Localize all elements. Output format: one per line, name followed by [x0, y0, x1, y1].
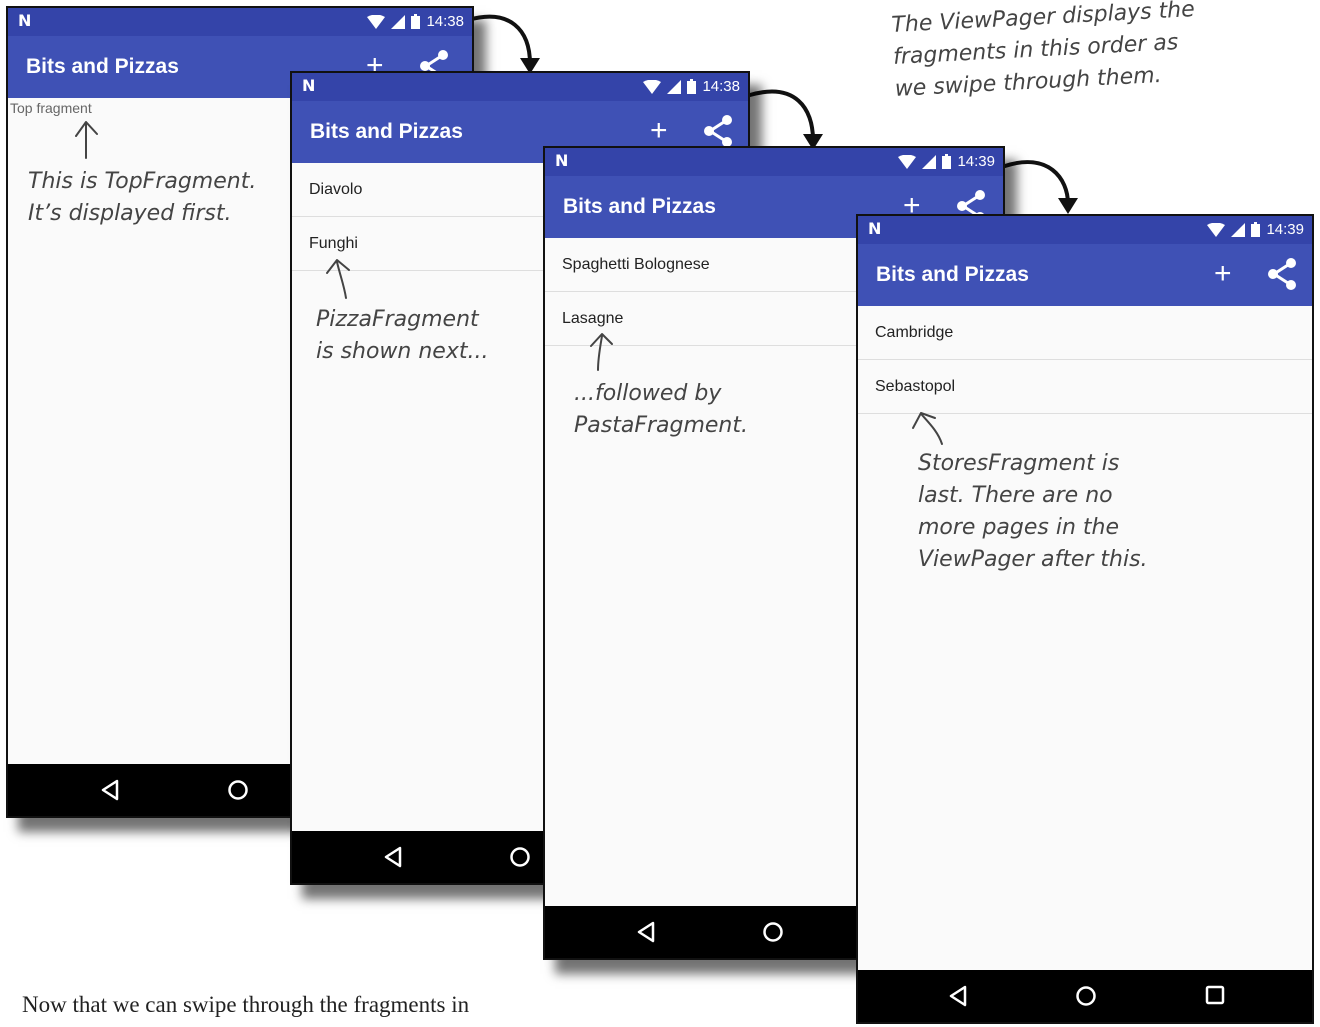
battery-icon [687, 79, 697, 94]
status-bar: N 14:38 [8, 8, 472, 36]
back-icon[interactable] [636, 921, 656, 943]
navigation-bar [858, 970, 1312, 1022]
android-n-icon: N [868, 219, 882, 238]
recents-icon[interactable] [1205, 985, 1225, 1005]
signal-icon [922, 154, 937, 169]
status-bar: N 14:38 [292, 73, 748, 101]
share-icon[interactable] [703, 115, 733, 147]
list-item-sebastopol[interactable]: Sebastopol [858, 360, 1312, 414]
signal-icon [391, 14, 406, 29]
fragment-content: Cambridge Sebastopol [858, 306, 1312, 970]
status-bar: N 14:39 [858, 216, 1312, 244]
annotation-pizza-fragment: PizzaFragment is shown next... [316, 307, 489, 364]
swipe-arrow-1 [466, 14, 532, 66]
top-fragment-text: Top fragment [10, 100, 92, 116]
swipe-arrowhead-3 [1058, 198, 1078, 214]
android-n-icon: N [18, 11, 32, 30]
annotation-top-fragment: This is TopFragment. It’s displayed firs… [28, 169, 257, 226]
back-icon[interactable] [948, 985, 968, 1007]
wifi-icon [643, 79, 662, 94]
battery-icon [1251, 222, 1261, 237]
plus-icon[interactable]: + [1214, 256, 1232, 292]
home-icon[interactable] [509, 846, 531, 868]
app-title: Bits and Pizzas [876, 263, 1029, 286]
app-title: Bits and Pizzas [310, 120, 463, 143]
annotation-viewpager-order: The ViewPager displays the fragments in … [890, 0, 1196, 102]
body-paragraph: Now that we can swipe through the fragme… [22, 992, 470, 1017]
share-icon[interactable] [1267, 258, 1297, 290]
app-bar: Bits and Pizzas + [858, 244, 1312, 306]
annotation-stores-fragment: StoresFragment is last. There are no mor… [918, 451, 1148, 572]
home-icon[interactable] [227, 779, 249, 801]
wifi-icon [1207, 222, 1226, 237]
app-title: Bits and Pizzas [26, 55, 179, 78]
swipe-arrow-2 [748, 89, 815, 142]
status-bar: N 14:39 [545, 148, 1003, 176]
app-title: Bits and Pizzas [563, 195, 716, 218]
list-item-cambridge[interactable]: Cambridge [858, 306, 1312, 360]
wifi-icon [367, 14, 386, 29]
back-icon[interactable] [100, 779, 120, 801]
android-n-icon: N [555, 151, 569, 170]
plus-icon[interactable]: + [650, 113, 668, 149]
status-time: 14:39 [957, 153, 995, 170]
wifi-icon [898, 154, 917, 169]
signal-icon [1231, 222, 1246, 237]
signal-icon [667, 79, 682, 94]
status-time: 14:39 [1266, 221, 1304, 238]
swipe-arrow-3 [1003, 160, 1070, 206]
home-icon[interactable] [762, 921, 784, 943]
android-n-icon: N [302, 76, 316, 95]
annotation-pasta-fragment: ...followed by PastaFragment. [574, 381, 748, 438]
phone-screen-stores-fragment: N 14:39 Bits and Pizzas + Cambridge Seba… [856, 214, 1314, 1024]
status-time: 14:38 [702, 78, 740, 95]
battery-icon [411, 14, 421, 29]
back-icon[interactable] [383, 846, 403, 868]
home-icon[interactable] [1075, 985, 1097, 1007]
status-time: 14:38 [426, 13, 464, 30]
battery-icon [942, 154, 952, 169]
